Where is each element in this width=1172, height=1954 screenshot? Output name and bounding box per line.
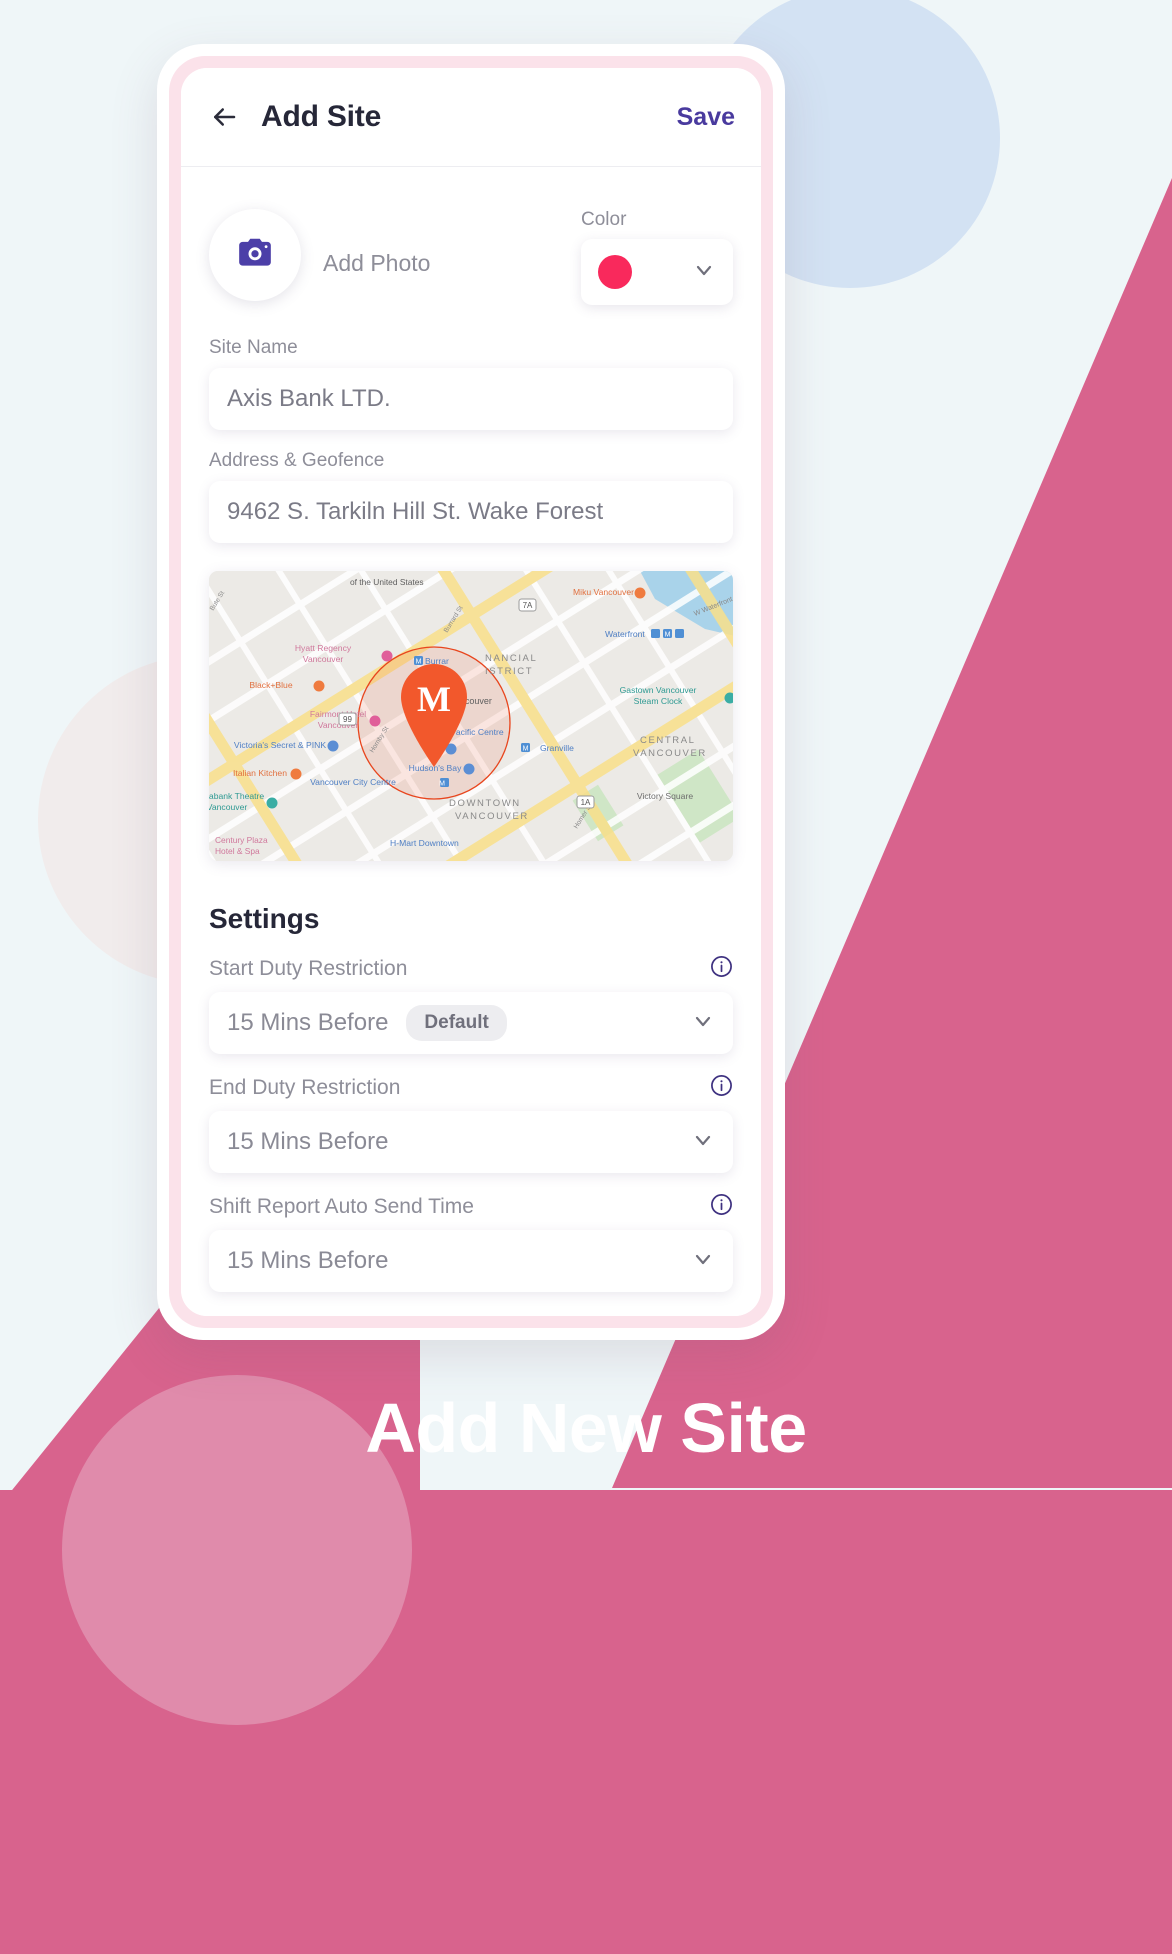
svg-text:Waterfront: Waterfront — [605, 629, 645, 639]
setting-start-duty-restriction: Start Duty Restriction 15 Mins Before De… — [209, 955, 733, 1054]
page-title: Add Site — [261, 100, 382, 133]
svg-text:H-Mart Downtown: H-Mart Downtown — [390, 838, 459, 848]
map-preview[interactable]: of the United States Bute St Burrard St … — [209, 571, 733, 861]
setting-header: Start Duty Restriction — [209, 955, 733, 983]
promo-screenshot: Add Site Save Add Photo Color Site Name … — [0, 0, 1172, 1954]
setting-select[interactable]: 15 Mins Before — [209, 1111, 733, 1173]
svg-text:Hyatt Regency: Hyatt Regency — [295, 643, 352, 653]
address-input[interactable]: 9462 S. Tarkiln Hill St. Wake Forest — [209, 481, 733, 543]
setting-header: End Duty Restriction — [209, 1074, 733, 1102]
default-badge: Default — [406, 1005, 507, 1041]
save-button[interactable]: Save — [677, 103, 735, 132]
address-label: Address & Geofence — [209, 450, 385, 471]
setting-end-duty-restriction: End Duty Restriction 15 Mins Before — [209, 1074, 733, 1173]
promo-caption: Add New Site — [365, 1389, 807, 1467]
svg-text:M: M — [417, 679, 451, 719]
svg-text:Steam Clock: Steam Clock — [634, 696, 683, 706]
phone-screen: Add Site Save Add Photo Color Site Name … — [181, 68, 761, 1316]
color-select[interactable] — [581, 239, 733, 305]
map-canvas: of the United States Bute St Burrard St … — [209, 571, 733, 861]
svg-text:M: M — [416, 659, 422, 666]
svg-text:99: 99 — [343, 715, 352, 724]
svg-text:Gastown Vancouver: Gastown Vancouver — [620, 685, 697, 695]
setting-select[interactable]: 15 Mins Before Default — [209, 992, 733, 1054]
photo-color-row: Add Photo Color — [209, 167, 733, 317]
add-photo-label: Add Photo — [323, 250, 431, 276]
svg-text:Victoria's Secret & PINK: Victoria's Secret & PINK — [234, 740, 326, 750]
svg-text:of the United States: of the United States — [350, 577, 424, 587]
svg-text:M: M — [665, 632, 671, 639]
svg-text:Granville: Granville — [540, 743, 574, 753]
svg-text:M: M — [523, 746, 529, 753]
setting-header: Shift Report Auto Send Time — [209, 1193, 733, 1221]
svg-text:Vancouver: Vancouver — [209, 802, 247, 812]
color-picker-group: Color — [581, 209, 733, 305]
svg-text:Century Plaza: Century Plaza — [215, 835, 268, 845]
color-label: Color — [581, 209, 627, 230]
svg-text:VANCOUVER: VANCOUVER — [633, 748, 707, 759]
setting-select[interactable]: 15 Mins Before — [209, 1230, 733, 1292]
settings-heading: Settings — [209, 903, 320, 934]
setting-label: Start Duty Restriction — [209, 957, 408, 980]
back-button[interactable] — [207, 100, 241, 134]
setting-value: 15 Mins Before — [227, 1247, 389, 1274]
address-field: Address & Geofence 9462 S. Tarkiln Hill … — [209, 450, 733, 543]
svg-text:VANCOUVER: VANCOUVER — [455, 811, 529, 822]
setting-label: Shift Report Auto Send Time — [209, 1195, 474, 1218]
svg-text:Fairmont Hotel: Fairmont Hotel — [310, 709, 366, 719]
svg-text:NANCIAL: NANCIAL — [485, 653, 537, 664]
camera-icon — [236, 234, 274, 277]
site-name-field: Site Name Axis Bank LTD. — [209, 337, 733, 430]
svg-text:Vancouver City Centre: Vancouver City Centre — [310, 777, 396, 787]
svg-text:Italian Kitchen: Italian Kitchen — [233, 768, 287, 778]
svg-text:Victory Square: Victory Square — [637, 791, 693, 801]
svg-text:1A: 1A — [581, 798, 591, 807]
form-body: Add Photo Color Site Name Axis Bank LTD.… — [181, 167, 761, 1316]
phone-bezel: Add Site Save Add Photo Color Site Name … — [169, 56, 773, 1328]
arrow-left-icon — [209, 102, 239, 132]
svg-text:Hotel & Spa: Hotel & Spa — [215, 846, 260, 856]
setting-value: 15 Mins Before — [227, 1128, 389, 1155]
chevron-down-icon — [692, 258, 716, 287]
svg-text:M: M — [439, 781, 445, 788]
chevron-down-icon — [691, 1009, 715, 1038]
address-value: 9462 S. Tarkiln Hill St. Wake Forest — [227, 498, 604, 525]
phone-mockup: Add Site Save Add Photo Color Site Name … — [157, 44, 785, 1340]
svg-text:Scotiabank Theatre: Scotiabank Theatre — [209, 791, 264, 801]
svg-text:CENTRAL: CENTRAL — [640, 735, 696, 746]
info-icon[interactable] — [710, 1193, 733, 1221]
site-name-label: Site Name — [209, 337, 298, 358]
svg-text:DOWNTOWN: DOWNTOWN — [449, 798, 521, 809]
setting-value: 15 Mins Before — [227, 1009, 389, 1036]
svg-text:ISTRICT: ISTRICT — [485, 666, 533, 677]
setting-shift-report-auto-send-time: Shift Report Auto Send Time 15 Mins Befo… — [209, 1193, 733, 1292]
info-icon[interactable] — [710, 955, 733, 983]
site-name-input[interactable]: Axis Bank LTD. — [209, 368, 733, 430]
setting-label: End Duty Restriction — [209, 1076, 401, 1099]
site-name-value: Axis Bank LTD. — [227, 385, 391, 412]
info-icon[interactable] — [710, 1074, 733, 1102]
svg-text:Black+Blue: Black+Blue — [249, 680, 292, 690]
svg-text:Miku Vancouver: Miku Vancouver — [573, 587, 634, 597]
chevron-down-icon — [691, 1247, 715, 1276]
svg-text:Vancouver: Vancouver — [303, 654, 344, 664]
add-photo-button[interactable] — [209, 209, 301, 301]
color-swatch — [598, 255, 632, 289]
svg-text:7A: 7A — [523, 601, 533, 610]
chevron-down-icon — [691, 1128, 715, 1157]
app-bar: Add Site Save — [181, 68, 761, 167]
